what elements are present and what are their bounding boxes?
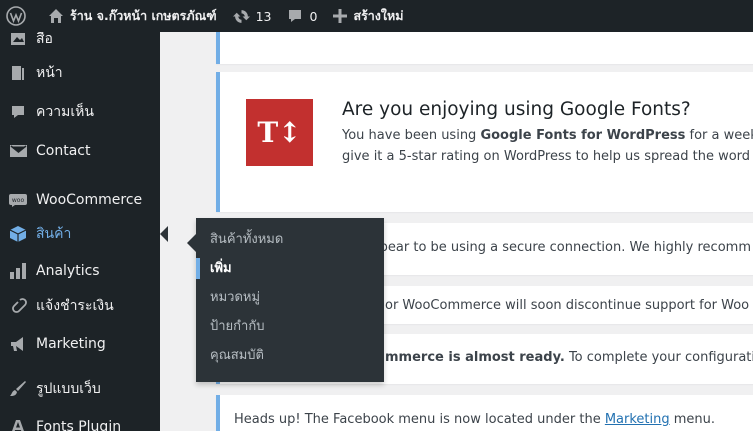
paintbrush-icon <box>8 379 28 399</box>
notice-text-part: for a week n <box>689 128 753 143</box>
megaphone-icon <box>8 334 28 354</box>
woocommerce-icon: woo <box>8 190 28 210</box>
sidebar-item-label: Marketing <box>36 336 106 352</box>
wordpress-logo-button[interactable] <box>0 0 40 32</box>
notice-text: Heads up! The Facebook menu is now locat… <box>234 412 715 427</box>
facebook-menu-notice: Heads up! The Facebook menu is now locat… <box>216 395 753 431</box>
sidebar-item-products[interactable]: สินค้า <box>0 217 168 251</box>
sidebar-item-payment-notify[interactable]: แจ้งชำระเงิน <box>0 289 160 323</box>
submenu-item-attributes[interactable]: คุณสมบัติ <box>196 341 384 370</box>
submenu-item-tags[interactable]: ป้ายกำกับ <box>196 312 384 341</box>
sidebar-item-fonts-plugin[interactable]: Fonts Plugin <box>0 410 160 431</box>
comments-link[interactable]: 0 <box>279 0 325 32</box>
marketing-link[interactable]: Marketing <box>605 412 670 427</box>
comment-bubble-icon <box>289 10 302 22</box>
updates-link[interactable]: 13 <box>225 0 280 32</box>
sidebar-item-comments[interactable]: ความเห็น <box>0 95 160 129</box>
notice-text: give it a 5-star rating on WordPress to … <box>342 149 751 164</box>
sidebar-item-label: Fonts Plugin <box>36 419 122 431</box>
notice-top-partial <box>216 32 753 64</box>
site-name: ร้าน จ.ก๊วหน้า เกษตรภัณฑ์ <box>70 8 217 23</box>
google-fonts-logo: T↕ <box>246 99 313 166</box>
link-icon <box>8 296 28 316</box>
submenu-item-categories[interactable]: หมวดหมู่ <box>196 283 384 312</box>
sidebar-item-label: แจ้งชำระเงิน <box>36 298 114 314</box>
updates-icon <box>232 9 250 23</box>
fonts-icon <box>8 417 28 431</box>
site-name-link[interactable]: ร้าน จ.ก๊วหน้า เกษตรภัณฑ์ <box>40 0 225 32</box>
notice-text-part: To complete your configuration <box>564 350 753 365</box>
home-icon <box>49 9 63 23</box>
sidebar-item-label: ความเห็น <box>36 104 94 120</box>
plus-icon <box>333 9 348 23</box>
notice-text: You have been using Google Fonts for Wor… <box>342 128 753 143</box>
notice-text-part: menu. <box>669 412 716 427</box>
notice-text: mmerce is almost ready. To complete your… <box>385 350 753 365</box>
submenu-item-all-products[interactable]: สินค้าทั้งหมด <box>196 225 384 254</box>
updates-count: 13 <box>255 8 272 24</box>
submenu-arrow <box>187 234 196 252</box>
notice-text-part: Heads up! The Facebook menu is now locat… <box>234 412 605 427</box>
envelope-icon <box>8 141 28 161</box>
notice-title: Are you enjoying using Google Fonts? <box>342 99 691 120</box>
sidebar-item-label: สินค้า <box>36 226 72 242</box>
media-icon <box>8 29 28 49</box>
notice-strong-text: mmerce is almost ready. <box>385 350 565 365</box>
comment-icon <box>8 102 28 122</box>
sidebar-item-woocommerce[interactable]: woo WooCommerce <box>0 183 160 217</box>
sidebar-item-pages[interactable]: หน้า <box>0 56 160 90</box>
google-fonts-notice: T↕ Are you enjoying using Google Fonts? … <box>216 72 753 212</box>
sidebar-item-contact[interactable]: Contact <box>0 134 160 168</box>
svg-text:woo: woo <box>12 197 25 204</box>
sidebar-item-label: Analytics <box>36 263 100 279</box>
submenu-item-add-new[interactable]: เพิ่ม <box>196 254 384 283</box>
notice-text: or WooCommerce will soon discontinue sup… <box>385 298 750 313</box>
page-icon <box>8 63 28 83</box>
bar-chart-icon <box>8 261 28 281</box>
sidebar-item-label: Contact <box>36 143 91 159</box>
plugin-name: Google Fonts for WordPress <box>480 128 686 143</box>
notice-text-part: You have been using <box>342 128 481 143</box>
sidebar-item-marketing[interactable]: Marketing <box>0 327 160 361</box>
sidebar-item-label: หน้า <box>36 65 63 81</box>
admin-bar: ร้าน จ.ก๊วหน้า เกษตรภัณฑ์ 13 0 สร้างใหม่ <box>0 0 753 32</box>
sidebar-item-analytics[interactable]: Analytics <box>0 254 160 288</box>
current-menu-arrow <box>160 226 168 242</box>
sidebar-item-label: WooCommerce <box>36 192 143 208</box>
sidebar-item-label: รูปแบบเว็บ <box>36 381 101 397</box>
sidebar-item-appearance[interactable]: รูปแบบเว็บ <box>0 372 160 406</box>
product-box-icon <box>8 224 28 244</box>
admin-sidebar: สื่อ หน้า ความเห็น Contact woo WooCommer… <box>0 29 168 431</box>
new-content-label: สร้างใหม่ <box>353 8 404 23</box>
new-content-link[interactable]: สร้างใหม่ <box>325 0 411 32</box>
wordpress-logo-icon <box>6 6 26 26</box>
comments-count: 0 <box>309 8 318 24</box>
products-submenu: สินค้าทั้งหมด เพิ่ม หมวดหมู่ ป้ายกำกับ ค… <box>187 218 384 382</box>
